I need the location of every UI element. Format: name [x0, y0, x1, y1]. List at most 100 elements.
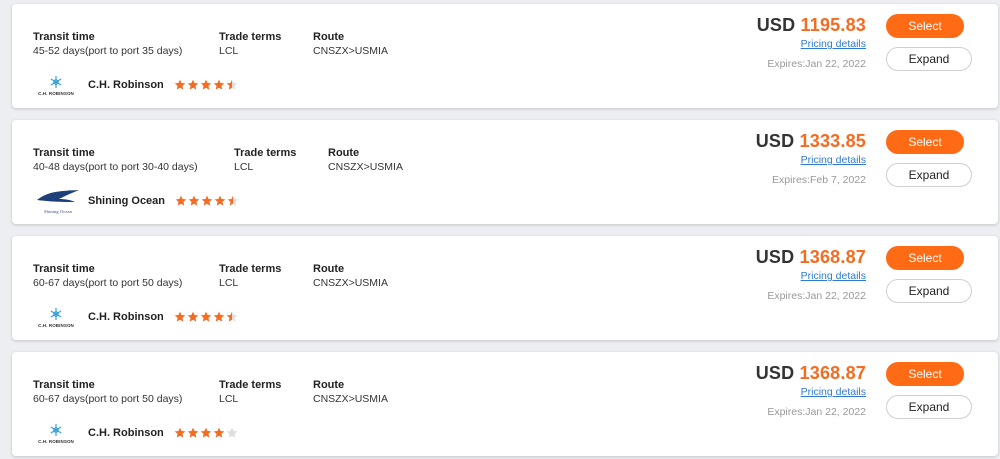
transit-time: Transit time 45-52 days(port to port 35 …: [33, 30, 182, 58]
star-icon: [226, 427, 238, 438]
expiry-date: Expires:Jan 22, 2022: [767, 290, 866, 302]
carrier: C.H. ROBINSON C.H. Robinson: [33, 70, 238, 100]
snowflake-logo-icon: [50, 307, 62, 320]
trade-terms-label: Trade terms: [219, 31, 282, 43]
star-icon: [201, 195, 213, 206]
star-icon: [174, 427, 186, 438]
carrier-name: Shining Ocean: [88, 195, 166, 207]
trade-terms-value: LCL: [219, 277, 239, 289]
trade-terms: Trade terms LCL: [219, 30, 281, 58]
route-label: Route: [313, 379, 345, 391]
expiry-date: Expires:Jan 22, 2022: [767, 58, 866, 70]
pricing-details-link[interactable]: Pricing details: [801, 38, 866, 50]
expand-button[interactable]: Expand: [886, 47, 972, 71]
price-currency: USD: [755, 363, 795, 383]
route-value: CNSZX>USMIA: [313, 45, 388, 57]
route-value: CNSZX>USMIA: [313, 277, 388, 289]
transit-time-value: 60-67 days(port to port 50 days): [33, 277, 183, 289]
transit-time: Transit time 60-67 days(port to port 50 …: [33, 262, 182, 290]
snowflake-logo-icon: [50, 75, 62, 88]
carrier-logo-text: C.H. ROBINSON: [38, 322, 74, 328]
star-icon: [187, 79, 199, 90]
trade-terms-label: Trade terms: [219, 379, 282, 391]
quote-card: Transit time 40-48 days(port to port 30-…: [12, 120, 998, 224]
select-button[interactable]: Select: [886, 362, 964, 386]
select-button[interactable]: Select: [886, 130, 964, 154]
price-amount: 1368.87: [799, 363, 866, 383]
price-amount: 1368.87: [799, 247, 866, 267]
pricing-details-link[interactable]: Pricing details: [801, 386, 866, 398]
carrier: C.H. ROBINSON C.H. Robinson: [33, 418, 238, 448]
snowflake-logo-icon: [50, 423, 62, 436]
price-currency: USD: [755, 131, 795, 151]
star-icon: [187, 311, 199, 322]
price: USD 1368.87: [756, 247, 866, 268]
star-icon: [174, 79, 186, 90]
eagle-logo-icon: [37, 189, 79, 202]
price-currency: USD: [755, 247, 795, 267]
rating-stars: [174, 427, 238, 439]
select-button[interactable]: Select: [886, 14, 964, 38]
carrier-logo-text: Shining Ocean: [44, 208, 72, 214]
transit-time-label: Transit time: [33, 263, 95, 275]
price: USD 1195.83: [757, 15, 866, 36]
carrier-name: C.H. Robinson: [88, 427, 164, 439]
star-icon: [213, 427, 225, 438]
star-icon: [200, 79, 212, 90]
carrier-logo: C.H. ROBINSON: [33, 302, 79, 332]
route: Route CNSZX>USMIA: [313, 30, 388, 58]
trade-terms-value: LCL: [219, 393, 239, 405]
carrier: C.H. ROBINSON C.H. Robinson: [33, 302, 238, 332]
quote-card: Transit time 60-67 days(port to port 50 …: [12, 236, 998, 340]
carrier-name: C.H. Robinson: [88, 79, 164, 91]
carrier-logo: C.H. ROBINSON: [33, 70, 79, 100]
transit-time-value: 40-48 days(port to port 30-40 days): [33, 161, 198, 173]
route-value: CNSZX>USMIA: [313, 393, 388, 405]
pricing-details-link[interactable]: Pricing details: [801, 154, 866, 166]
star-icon: [226, 79, 238, 90]
transit-time-value: 45-52 days(port to port 35 days): [33, 45, 183, 57]
pricing-details-link[interactable]: Pricing details: [801, 270, 866, 282]
carrier: Shining Ocean Shining Ocean: [33, 186, 239, 216]
expiry-date: Expires:Jan 22, 2022: [767, 406, 866, 418]
rating-stars: [175, 195, 239, 207]
rating-stars: [174, 79, 238, 91]
star-icon: [213, 311, 225, 322]
route-value: CNSZX>USMIA: [328, 161, 403, 173]
quote-card: Transit time 45-52 days(port to port 35 …: [12, 4, 998, 108]
transit-time-label: Transit time: [33, 31, 95, 43]
star-icon: [200, 311, 212, 322]
expiry-date: Expires:Feb 7, 2022: [772, 174, 866, 186]
transit-time: Transit time 40-48 days(port to port 30-…: [33, 146, 198, 174]
star-icon: [175, 195, 187, 206]
star-icon: [214, 195, 226, 206]
route: Route CNSZX>USMIA: [328, 146, 403, 174]
expand-button[interactable]: Expand: [886, 163, 972, 187]
expand-button[interactable]: Expand: [886, 279, 972, 303]
price-currency: USD: [756, 15, 796, 35]
price-amount: 1195.83: [800, 15, 866, 35]
star-icon: [227, 195, 239, 206]
select-button[interactable]: Select: [886, 246, 964, 270]
star-icon: [188, 195, 200, 206]
price: USD 1333.85: [756, 131, 866, 152]
route: Route CNSZX>USMIA: [313, 262, 388, 290]
transit-time-value: 60-67 days(port to port 50 days): [33, 393, 183, 405]
expand-button[interactable]: Expand: [886, 395, 972, 419]
route-label: Route: [328, 147, 360, 159]
star-icon: [187, 427, 199, 438]
quote-card: Transit time 60-67 days(port to port 50 …: [12, 352, 998, 456]
star-icon: [200, 427, 212, 438]
trade-terms-value: LCL: [219, 45, 239, 57]
trade-terms: Trade terms LCL: [219, 378, 281, 406]
route-label: Route: [313, 31, 345, 43]
carrier-logo-text: C.H. ROBINSON: [38, 438, 74, 444]
route: Route CNSZX>USMIA: [313, 378, 388, 406]
transit-time: Transit time 60-67 days(port to port 50 …: [33, 378, 182, 406]
carrier-logo-text: C.H. ROBINSON: [38, 90, 74, 96]
carrier-logo: Shining Ocean: [33, 186, 83, 216]
trade-terms-label: Trade terms: [234, 147, 297, 159]
rating-stars: [174, 311, 238, 323]
transit-time-label: Transit time: [33, 147, 95, 159]
star-icon: [226, 311, 238, 322]
